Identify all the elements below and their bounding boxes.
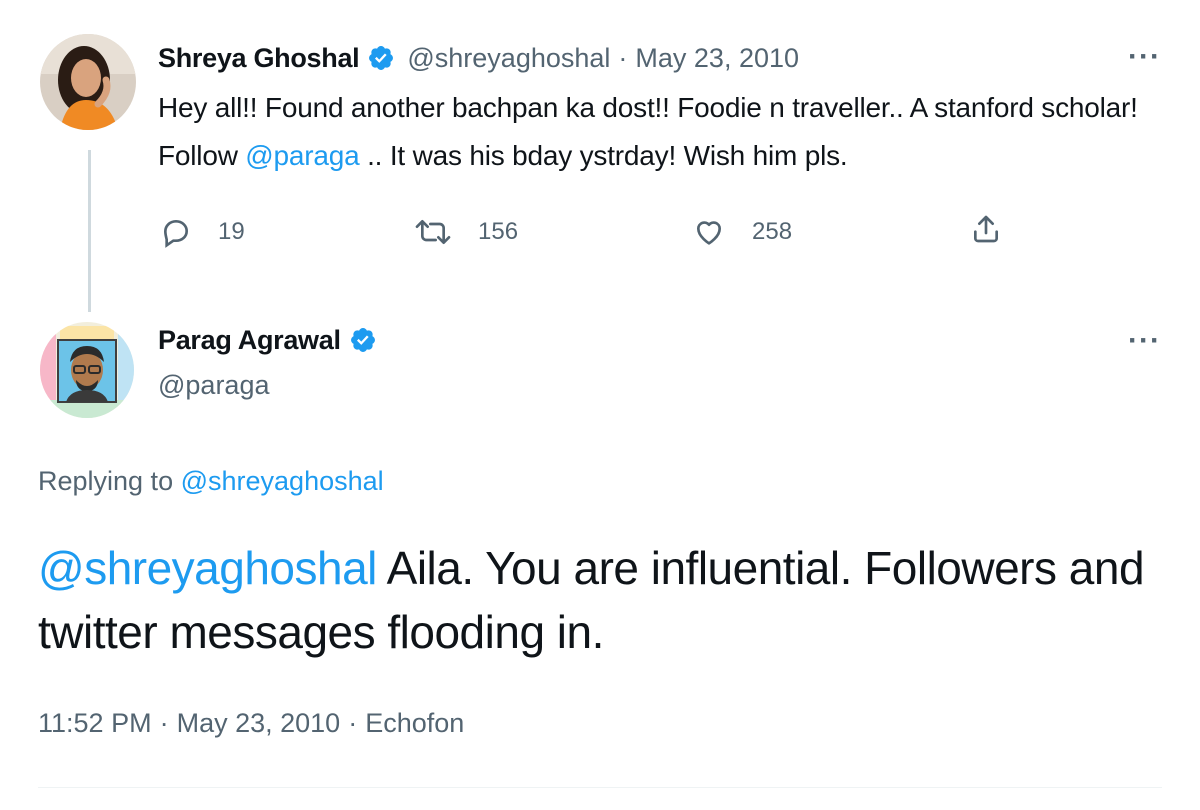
share-button[interactable] [970,212,1002,251]
retweet-count: 156 [478,218,519,245]
retweet-action[interactable]: 156 [414,214,518,250]
share-icon [974,215,998,243]
author-handle[interactable]: @paraga [158,370,269,401]
tweet-source[interactable]: Echofon [365,708,464,739]
more-options-button[interactable]: ··· [1128,40,1161,74]
reply-action[interactable]: 19 [160,214,245,250]
thread-connector-line [88,150,91,312]
tweet-header: Shreya Ghoshal @shreyaghoshal · May 23, … [158,38,799,78]
author-handle[interactable]: @shreyaghoshal [407,43,610,74]
like-count: 258 [752,218,793,245]
replying-to-handle-link[interactable]: @shreyaghoshal [181,466,384,496]
avatar-image [40,322,134,418]
tweet-meta-line: 11:52 PM · May 23, 2010 · Echofon [38,708,464,739]
reply-icon [163,219,189,248]
tweet-date[interactable]: May 23, 2010 [635,43,799,74]
tweet-text-part-2: .. It was his bday ystrday! Wish him pls… [359,140,848,171]
author-name[interactable]: Shreya Ghoshal [158,43,360,74]
bottom-divider [38,787,1162,788]
avatar-parag[interactable] [40,322,134,418]
reply-tweet-text: @shreyaghoshal Aila. You are influential… [38,536,1168,664]
separator-dot: · [159,708,169,738]
retweet-icon [415,220,451,244]
tweet-text: Hey all!! Found another bachpan ka dost!… [158,84,1148,180]
verified-badge-icon [350,328,375,352]
replying-to-label: Replying to [38,466,174,496]
reply-author-row: Parag Agrawal [158,320,377,360]
avatar-image [40,34,136,130]
replying-to-line: Replying to @shreyaghoshal [38,466,384,497]
mention-link[interactable]: @shreyaghoshal [38,542,377,594]
separator-dot: · [618,42,628,73]
mention-link[interactable]: @paraga [245,140,359,171]
reply-count: 19 [218,218,245,245]
like-action[interactable]: 258 [692,214,792,250]
heart-icon [696,221,722,245]
tweet-date[interactable]: May 23, 2010 [177,708,341,739]
tweet-time[interactable]: 11:52 PM [38,708,152,739]
verified-badge-icon [369,46,394,70]
more-options-button[interactable]: ··· [1128,324,1161,358]
separator-dot: · [348,708,358,738]
avatar-shreya[interactable] [40,34,136,130]
author-name[interactable]: Parag Agrawal [158,325,341,356]
